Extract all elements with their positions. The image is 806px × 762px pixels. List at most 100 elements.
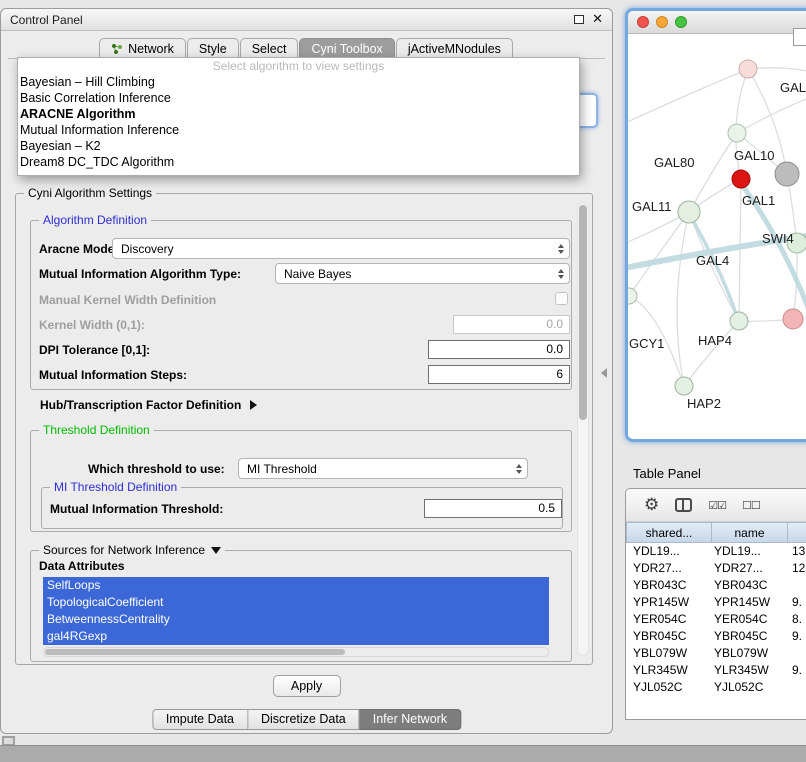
zoom-traffic-light-icon[interactable] <box>675 16 687 28</box>
node-label: GAL <box>780 80 806 95</box>
mi-steps-field[interactable]: 6 <box>428 365 570 384</box>
close-icon[interactable]: ✕ <box>592 13 603 26</box>
birdseye-view[interactable] <box>793 28 806 46</box>
sources-title[interactable]: Sources for Network Inference <box>39 543 225 557</box>
algorithm-dropdown-popup: Select algorithm to view settings Bayesi… <box>17 57 580 176</box>
control-panel-titlebar: Control Panel ✕ <box>1 9 612 31</box>
table-row[interactable]: YLR345WYLR345W9. <box>626 662 806 679</box>
node-gray[interactable] <box>775 162 799 186</box>
column-header-shared-name[interactable]: shared... <box>626 522 712 543</box>
table-row[interactable]: YER054CYER054C8. <box>626 611 806 628</box>
which-threshold-select[interactable]: MI Threshold <box>238 458 528 479</box>
attribute-list-item[interactable]: TopologicalCoefficient <box>43 594 549 611</box>
tab-discretize-data[interactable]: Discretize Data <box>248 709 360 730</box>
tab-select[interactable]: Select <box>240 38 299 59</box>
mi-type-label: Mutual Information Algorithm Type: <box>39 267 241 281</box>
kernel-width-field[interactable]: 0.0 <box>453 315 570 334</box>
aracne-mode-select[interactable]: Discovery <box>112 238 570 259</box>
table-row[interactable]: YBL079WYBL079W <box>626 645 806 662</box>
hub-transcription-factor-expander[interactable]: Hub/Transcription Factor Definition <box>40 398 257 412</box>
close-traffic-light-icon[interactable] <box>637 16 649 28</box>
which-threshold-label: Which threshold to use: <box>88 462 225 476</box>
column-header-name[interactable]: name <box>712 522 788 543</box>
table-row[interactable]: YPR145WYPR145W9. <box>626 594 806 611</box>
mi-threshold-field[interactable]: 0.5 <box>424 499 562 518</box>
table-row[interactable]: YBR045CYBR045C9. <box>626 628 806 645</box>
algorithm-option[interactable]: Basic Correlation Inference <box>18 90 579 106</box>
attribute-list-item[interactable]: SelfLoops <box>43 577 549 594</box>
tab-infer-network[interactable]: Infer Network <box>360 709 461 730</box>
table-cell: YBR045C <box>626 628 712 645</box>
hub-label: Hub/Transcription Factor Definition <box>40 398 241 412</box>
mi-algorithm-type-select[interactable]: Naive Bayes <box>275 263 570 284</box>
combo-arrows-icon <box>510 464 522 474</box>
gear-icon[interactable]: ⚙ <box>644 497 659 514</box>
algorithm-option[interactable]: Mutual Information Inference <box>18 122 579 138</box>
cyni-algorithm-settings-group: Cyni Algorithm Settings Algorithm Defini… <box>15 193 593 665</box>
settings-vertical-scrollbar[interactable] <box>577 202 589 656</box>
column-header-partial[interactable] <box>788 522 806 543</box>
node-selected-red[interactable] <box>732 170 750 188</box>
tab-cyni-toolbox[interactable]: Cyni Toolbox <box>299 38 394 59</box>
node[interactable] <box>739 60 757 78</box>
expand-right-icon <box>250 400 257 410</box>
attributes-horizontal-scrollbar[interactable] <box>43 647 549 657</box>
node-label: HAP4 <box>698 333 732 348</box>
table-cell: YJL052C <box>626 679 712 696</box>
sources-group: Sources for Network Inference Data Attri… <box>30 550 572 662</box>
node-pink[interactable] <box>783 309 803 329</box>
float-window-icon[interactable] <box>574 15 584 24</box>
table-cell: YBR043C <box>712 577 788 594</box>
table-row[interactable]: YBR043CYBR043C <box>626 577 806 594</box>
node[interactable] <box>728 124 746 142</box>
node[interactable] <box>628 288 637 304</box>
table-row[interactable]: YDR27...YDR27...12 <box>626 560 806 577</box>
table-row[interactable]: YJL052CYJL052C <box>626 679 806 696</box>
scrollbar-thumb[interactable] <box>579 205 587 420</box>
table-body: YDL19...YDL19...13YDR27...YDR27...12YBR0… <box>626 543 806 696</box>
attribute-list-item[interactable]: gal4RGexp <box>43 628 549 645</box>
columns-icon[interactable] <box>675 498 692 512</box>
table-cell: YPR145W <box>626 594 712 611</box>
node[interactable] <box>678 201 700 223</box>
tab-style[interactable]: Style <box>187 38 239 59</box>
algorithm-option[interactable]: ARACNE Algorithm <box>18 106 579 122</box>
attribute-list-item[interactable]: BetweennessCentrality <box>43 611 549 628</box>
combo-arrows-icon <box>552 244 564 254</box>
table-cell: YER054C <box>712 611 788 628</box>
algorithm-option[interactable]: Bayesian – K2 <box>18 138 579 154</box>
algorithm-option[interactable]: Bayesian – Hill Climbing <box>18 74 579 90</box>
threshold-definition-title: Threshold Definition <box>39 423 154 437</box>
algorithm-dropdown-list: Bayesian – Hill ClimbingBasic Correlatio… <box>18 74 579 170</box>
table-cell: YBR043C <box>626 577 712 594</box>
algorithm-option[interactable]: Dream8 DC_TDC Algorithm <box>18 154 579 170</box>
combo-arrows-icon <box>552 269 564 279</box>
manual-kernel-width-checkbox[interactable] <box>555 292 568 305</box>
table-cell: 12 <box>788 560 806 577</box>
node[interactable] <box>730 312 748 330</box>
table-row[interactable]: YDL19...YDL19...13 <box>626 543 806 560</box>
scrollbar-thumb[interactable] <box>45 649 345 655</box>
tab-impute-data[interactable]: Impute Data <box>152 709 248 730</box>
select-columns-icon[interactable]: ☑☑ <box>708 499 726 512</box>
mi-type-value: Naive Bayes <box>284 267 351 281</box>
table-cell: YJL052C <box>712 679 788 696</box>
dpi-tolerance-label: DPI Tolerance [0,1]: <box>39 343 150 357</box>
node-label: GAL11 <box>632 199 672 214</box>
dpi-tolerance-field[interactable]: 0.0 <box>428 340 570 359</box>
algorithm-definition-group: Algorithm Definition Aracne Mode: Discov… <box>30 220 572 390</box>
tab-label: Network <box>128 42 174 56</box>
table-cell: YDL19... <box>712 543 788 560</box>
table-cell: YBR045C <box>712 628 788 645</box>
minimize-traffic-light-icon[interactable] <box>656 16 668 28</box>
network-canvas[interactable]: GAL GAL80 GAL10 GAL11 GAL1 SWI4 GAL4 GCY… <box>628 34 806 438</box>
tab-network[interactable]: Network <box>99 38 186 59</box>
apply-button[interactable]: Apply <box>273 675 341 697</box>
tab-label: jActiveMNodules <box>408 42 501 56</box>
deselect-columns-icon[interactable]: ☐☐ <box>742 499 760 512</box>
table-cell <box>788 645 806 662</box>
node[interactable] <box>675 377 693 395</box>
panel-splitter-arrow-icon[interactable] <box>601 368 607 378</box>
table-cell: YLR345W <box>712 662 788 679</box>
tab-jactivemnodules[interactable]: jActiveMNodules <box>396 38 513 59</box>
